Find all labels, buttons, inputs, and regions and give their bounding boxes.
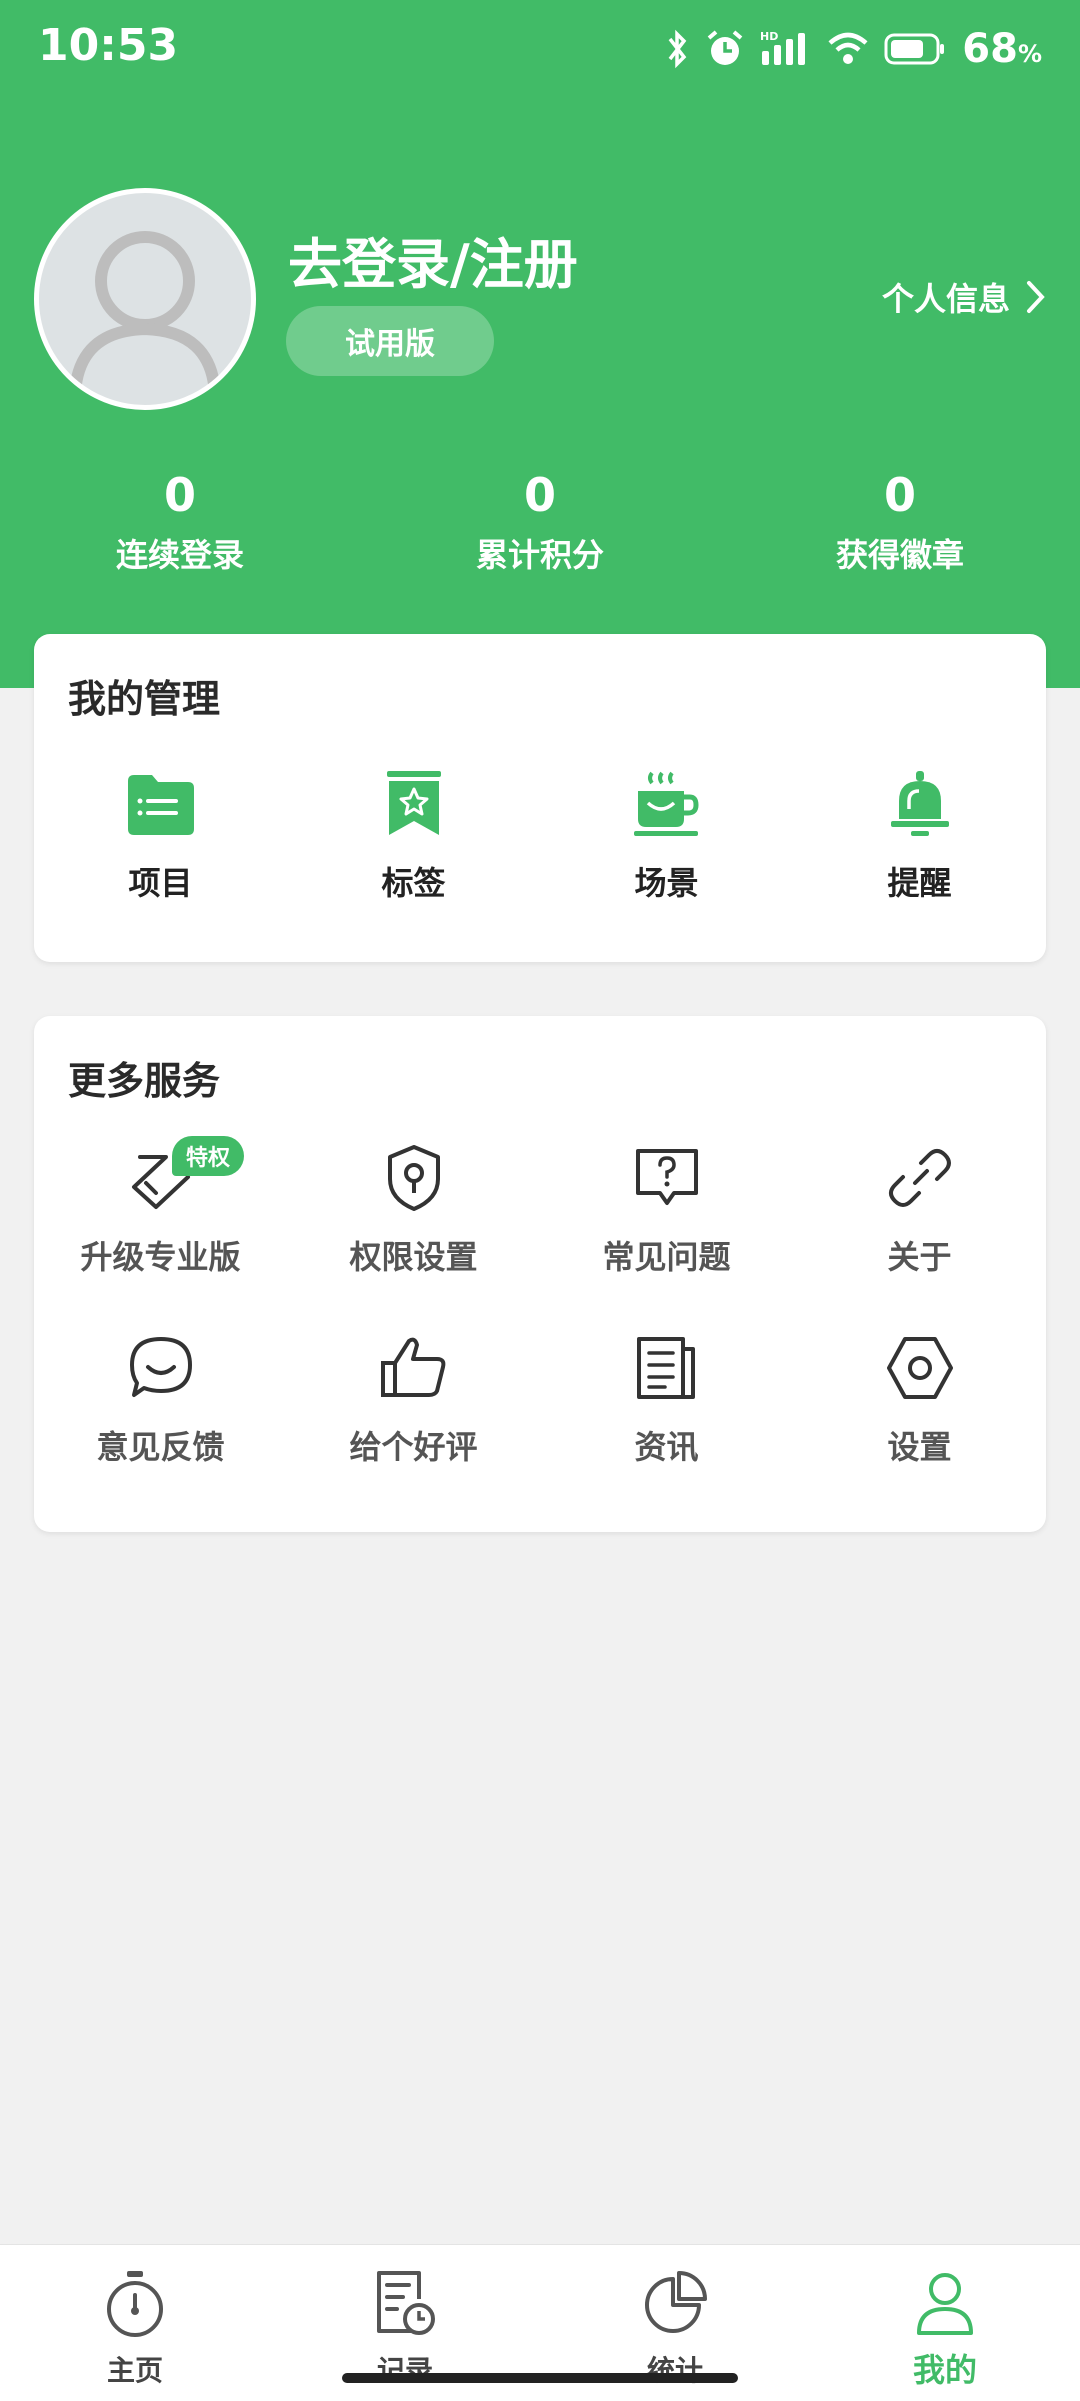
service-faq[interactable]: 常见问题: [540, 1138, 793, 1278]
chevron-right-icon: [1027, 281, 1045, 313]
service-permission-settings[interactable]: 权限设置: [287, 1138, 540, 1278]
service-rate-us[interactable]: 给个好评: [287, 1328, 540, 1468]
service-settings[interactable]: 设置: [793, 1328, 1046, 1468]
service-label: 给个好评: [349, 1428, 478, 1466]
service-feedback[interactable]: 意见反馈: [34, 1328, 287, 1468]
service-label: 权限设置: [349, 1238, 478, 1276]
question-chat-icon: [635, 1149, 698, 1205]
management-card: 我的管理 项目 标签 场景 提醒: [34, 634, 1046, 962]
stat-badges[interactable]: 0 获得徽章: [720, 464, 1080, 576]
folder-icon: [127, 775, 194, 835]
service-about[interactable]: 关于: [793, 1138, 1046, 1278]
personal-info-link[interactable]: 个人信息: [882, 274, 1046, 320]
manage-item-label: 提醒: [887, 864, 952, 902]
manage-item-scenes[interactable]: 场景: [540, 764, 793, 904]
tab-label: 记录: [376, 2354, 433, 2387]
tab-mine[interactable]: 我的: [810, 2245, 1080, 2401]
status-time: 10:53: [38, 20, 179, 71]
tab-label: 我的: [912, 2351, 977, 2389]
bookmark-star-icon: [386, 771, 441, 835]
service-label: 升级专业版: [80, 1238, 241, 1276]
avatar[interactable]: [34, 188, 256, 410]
settings-hex-icon: [886, 1337, 953, 1399]
stat-label: 累计积分: [475, 536, 604, 574]
management-title: 我的管理: [68, 677, 221, 721]
trial-badge: 试用版: [286, 306, 494, 376]
stat-label: 连续登录: [115, 536, 244, 574]
services-card: 更多服务 特权 升级专业版 权限设置 常见问题 关于 意见反馈 给个好评 资讯 …: [34, 1016, 1046, 1532]
battery-percent: 68%: [962, 26, 1042, 72]
login-register-link[interactable]: 去登录/注册: [288, 220, 578, 299]
bell-icon: [890, 771, 949, 836]
pie-chart-icon: [645, 2271, 707, 2333]
service-label: 资讯: [634, 1428, 699, 1466]
tab-label: 主页: [106, 2354, 163, 2387]
stats-row: 0 连续登录 0 累计积分 0 获得徽章: [0, 464, 1080, 576]
stat-label: 获得徽章: [835, 536, 964, 574]
record-clock-icon: [377, 2271, 435, 2335]
status-icons: HD 68%: [666, 24, 1042, 74]
service-label: 常见问题: [602, 1238, 731, 1276]
profile-header: 10:53 HD 68% 去登录/注册 试用版 个人信息 0 连续登录 0 累计…: [0, 0, 1080, 688]
service-upgrade-pro[interactable]: 特权 升级专业版: [34, 1136, 287, 1278]
shield-key-icon: [387, 1145, 440, 1211]
stat-total-points[interactable]: 0 累计积分: [360, 464, 720, 576]
privilege-badge: 特权: [172, 1136, 245, 1176]
status-bar: 10:53 HD 68%: [0, 0, 1080, 96]
bluetooth-icon: [668, 29, 687, 69]
service-news[interactable]: 资讯: [540, 1328, 793, 1468]
user-icon: [917, 2273, 973, 2335]
personal-info-label: 个人信息: [881, 280, 1010, 318]
home-indicator[interactable]: [342, 2373, 738, 2383]
stat-value: 0: [883, 468, 916, 522]
thumbs-up-icon: [380, 1337, 445, 1397]
user-avatar-icon: [69, 231, 221, 394]
stat-consecutive-login[interactable]: 0 连续登录: [0, 464, 360, 576]
manage-item-reminders[interactable]: 提醒: [793, 764, 1046, 904]
svg-text:HD: HD: [760, 30, 778, 43]
wifi-icon: [828, 32, 868, 64]
services-title: 更多服务: [68, 1059, 221, 1103]
manage-item-tags[interactable]: 标签: [287, 764, 540, 904]
feedback-chat-icon: [129, 1337, 192, 1397]
service-label: 意见反馈: [96, 1428, 225, 1466]
service-label: 设置: [887, 1428, 952, 1466]
news-icon: [636, 1337, 695, 1399]
stat-value: 0: [523, 468, 556, 522]
signal-icon: HD: [760, 30, 806, 65]
manage-item-projects[interactable]: 项目: [34, 764, 287, 904]
battery-icon: [884, 33, 945, 65]
tab-home[interactable]: 主页: [0, 2245, 270, 2401]
alarm-icon: [707, 30, 743, 65]
stat-value: 0: [163, 468, 196, 522]
tab-label: 统计: [646, 2354, 703, 2387]
manage-item-label: 场景: [634, 864, 699, 902]
link-icon: [888, 1149, 951, 1207]
coffee-cup-icon: [633, 771, 699, 836]
manage-item-label: 标签: [381, 864, 446, 902]
stopwatch-icon: [107, 2271, 163, 2337]
service-label: 关于: [887, 1238, 952, 1276]
manage-item-label: 项目: [128, 864, 193, 902]
